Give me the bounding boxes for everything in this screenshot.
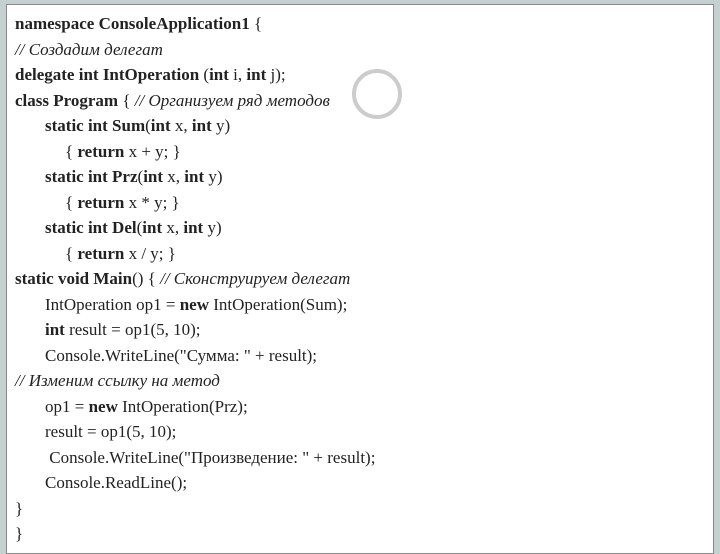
code-comment: // Сконструируем делегат: [160, 269, 350, 288]
code-comment: // Создадим делегат: [15, 37, 705, 63]
code-text: i,: [229, 65, 246, 84]
code-text: x,: [171, 116, 192, 135]
code-line: Console.WriteLine("Сумма: " + result);: [15, 343, 705, 369]
code-text: int: [151, 116, 171, 135]
code-comment: // Организуем ряд методов: [135, 91, 330, 110]
code-text: static int Prz: [45, 167, 138, 186]
code-text: new: [89, 397, 118, 416]
code-comment: // Изменим ссылку на метод: [15, 368, 705, 394]
code-text: int: [142, 218, 162, 237]
code-text: {: [118, 91, 135, 110]
code-text: op1 =: [45, 397, 89, 416]
code-text: int: [184, 167, 204, 186]
code-text: int: [143, 167, 163, 186]
code-line: namespace ConsoleApplication1 {: [15, 11, 705, 37]
code-text: new: [180, 295, 209, 314]
code-line: static int Del(int x, int y): [15, 215, 705, 241]
code-line: { return x * y; }: [15, 190, 705, 216]
code-text: IntOperation(Sum);: [209, 295, 347, 314]
code-text: (: [199, 65, 209, 84]
code-text: {: [65, 193, 77, 212]
code-line: int result = op1(5, 10);: [15, 317, 705, 343]
code-text: IntOperation op1 =: [45, 295, 180, 314]
code-text: class Program: [15, 91, 118, 110]
code-text: y): [204, 167, 222, 186]
code-text: static int Sum: [45, 116, 145, 135]
code-text: IntOperation(Prz);: [118, 397, 248, 416]
code-text: y): [212, 116, 230, 135]
code-line: static void Main() { // Сконструируем де…: [15, 266, 705, 292]
code-text: x + y; }: [124, 142, 180, 161]
decorative-ring: [352, 69, 402, 119]
code-text: {: [65, 244, 77, 263]
code-line: result = op1(5, 10);: [15, 419, 705, 445]
code-text: int: [183, 218, 203, 237]
code-line: IntOperation op1 = new IntOperation(Sum)…: [15, 292, 705, 318]
code-line: { return x / y; }: [15, 241, 705, 267]
code-text: x,: [162, 218, 183, 237]
code-line: }: [15, 521, 705, 547]
code-line: Console.WriteLine("Произведение: " + res…: [15, 445, 705, 471]
code-text: result = op1(5, 10);: [65, 320, 201, 339]
code-line: { return x + y; }: [15, 139, 705, 165]
code-text: return: [77, 193, 124, 212]
code-text: static void Main: [15, 269, 132, 288]
code-text: int: [192, 116, 212, 135]
code-line: Console.ReadLine();: [15, 470, 705, 496]
code-container: namespace ConsoleApplication1 { // Созда…: [6, 4, 714, 554]
code-text: return: [77, 142, 124, 161]
code-text: j);: [266, 65, 285, 84]
code-text: {: [250, 14, 262, 33]
code-text: int: [45, 320, 65, 339]
code-text: x * y; }: [124, 193, 179, 212]
code-text: () {: [132, 269, 160, 288]
code-text: namespace ConsoleApplication1: [15, 14, 250, 33]
code-text: int: [209, 65, 229, 84]
code-line: }: [15, 496, 705, 522]
code-text: x / y; }: [124, 244, 176, 263]
code-line: static int Sum(int x, int y): [15, 113, 705, 139]
code-text: int: [246, 65, 266, 84]
code-text: static int Del: [45, 218, 137, 237]
code-line: static int Prz(int x, int y): [15, 164, 705, 190]
code-text: x,: [163, 167, 184, 186]
code-line: op1 = new IntOperation(Prz);: [15, 394, 705, 420]
code-text: y): [203, 218, 221, 237]
code-text: return: [77, 244, 124, 263]
code-text: {: [65, 142, 77, 161]
code-text: delegate int IntOperation: [15, 65, 199, 84]
